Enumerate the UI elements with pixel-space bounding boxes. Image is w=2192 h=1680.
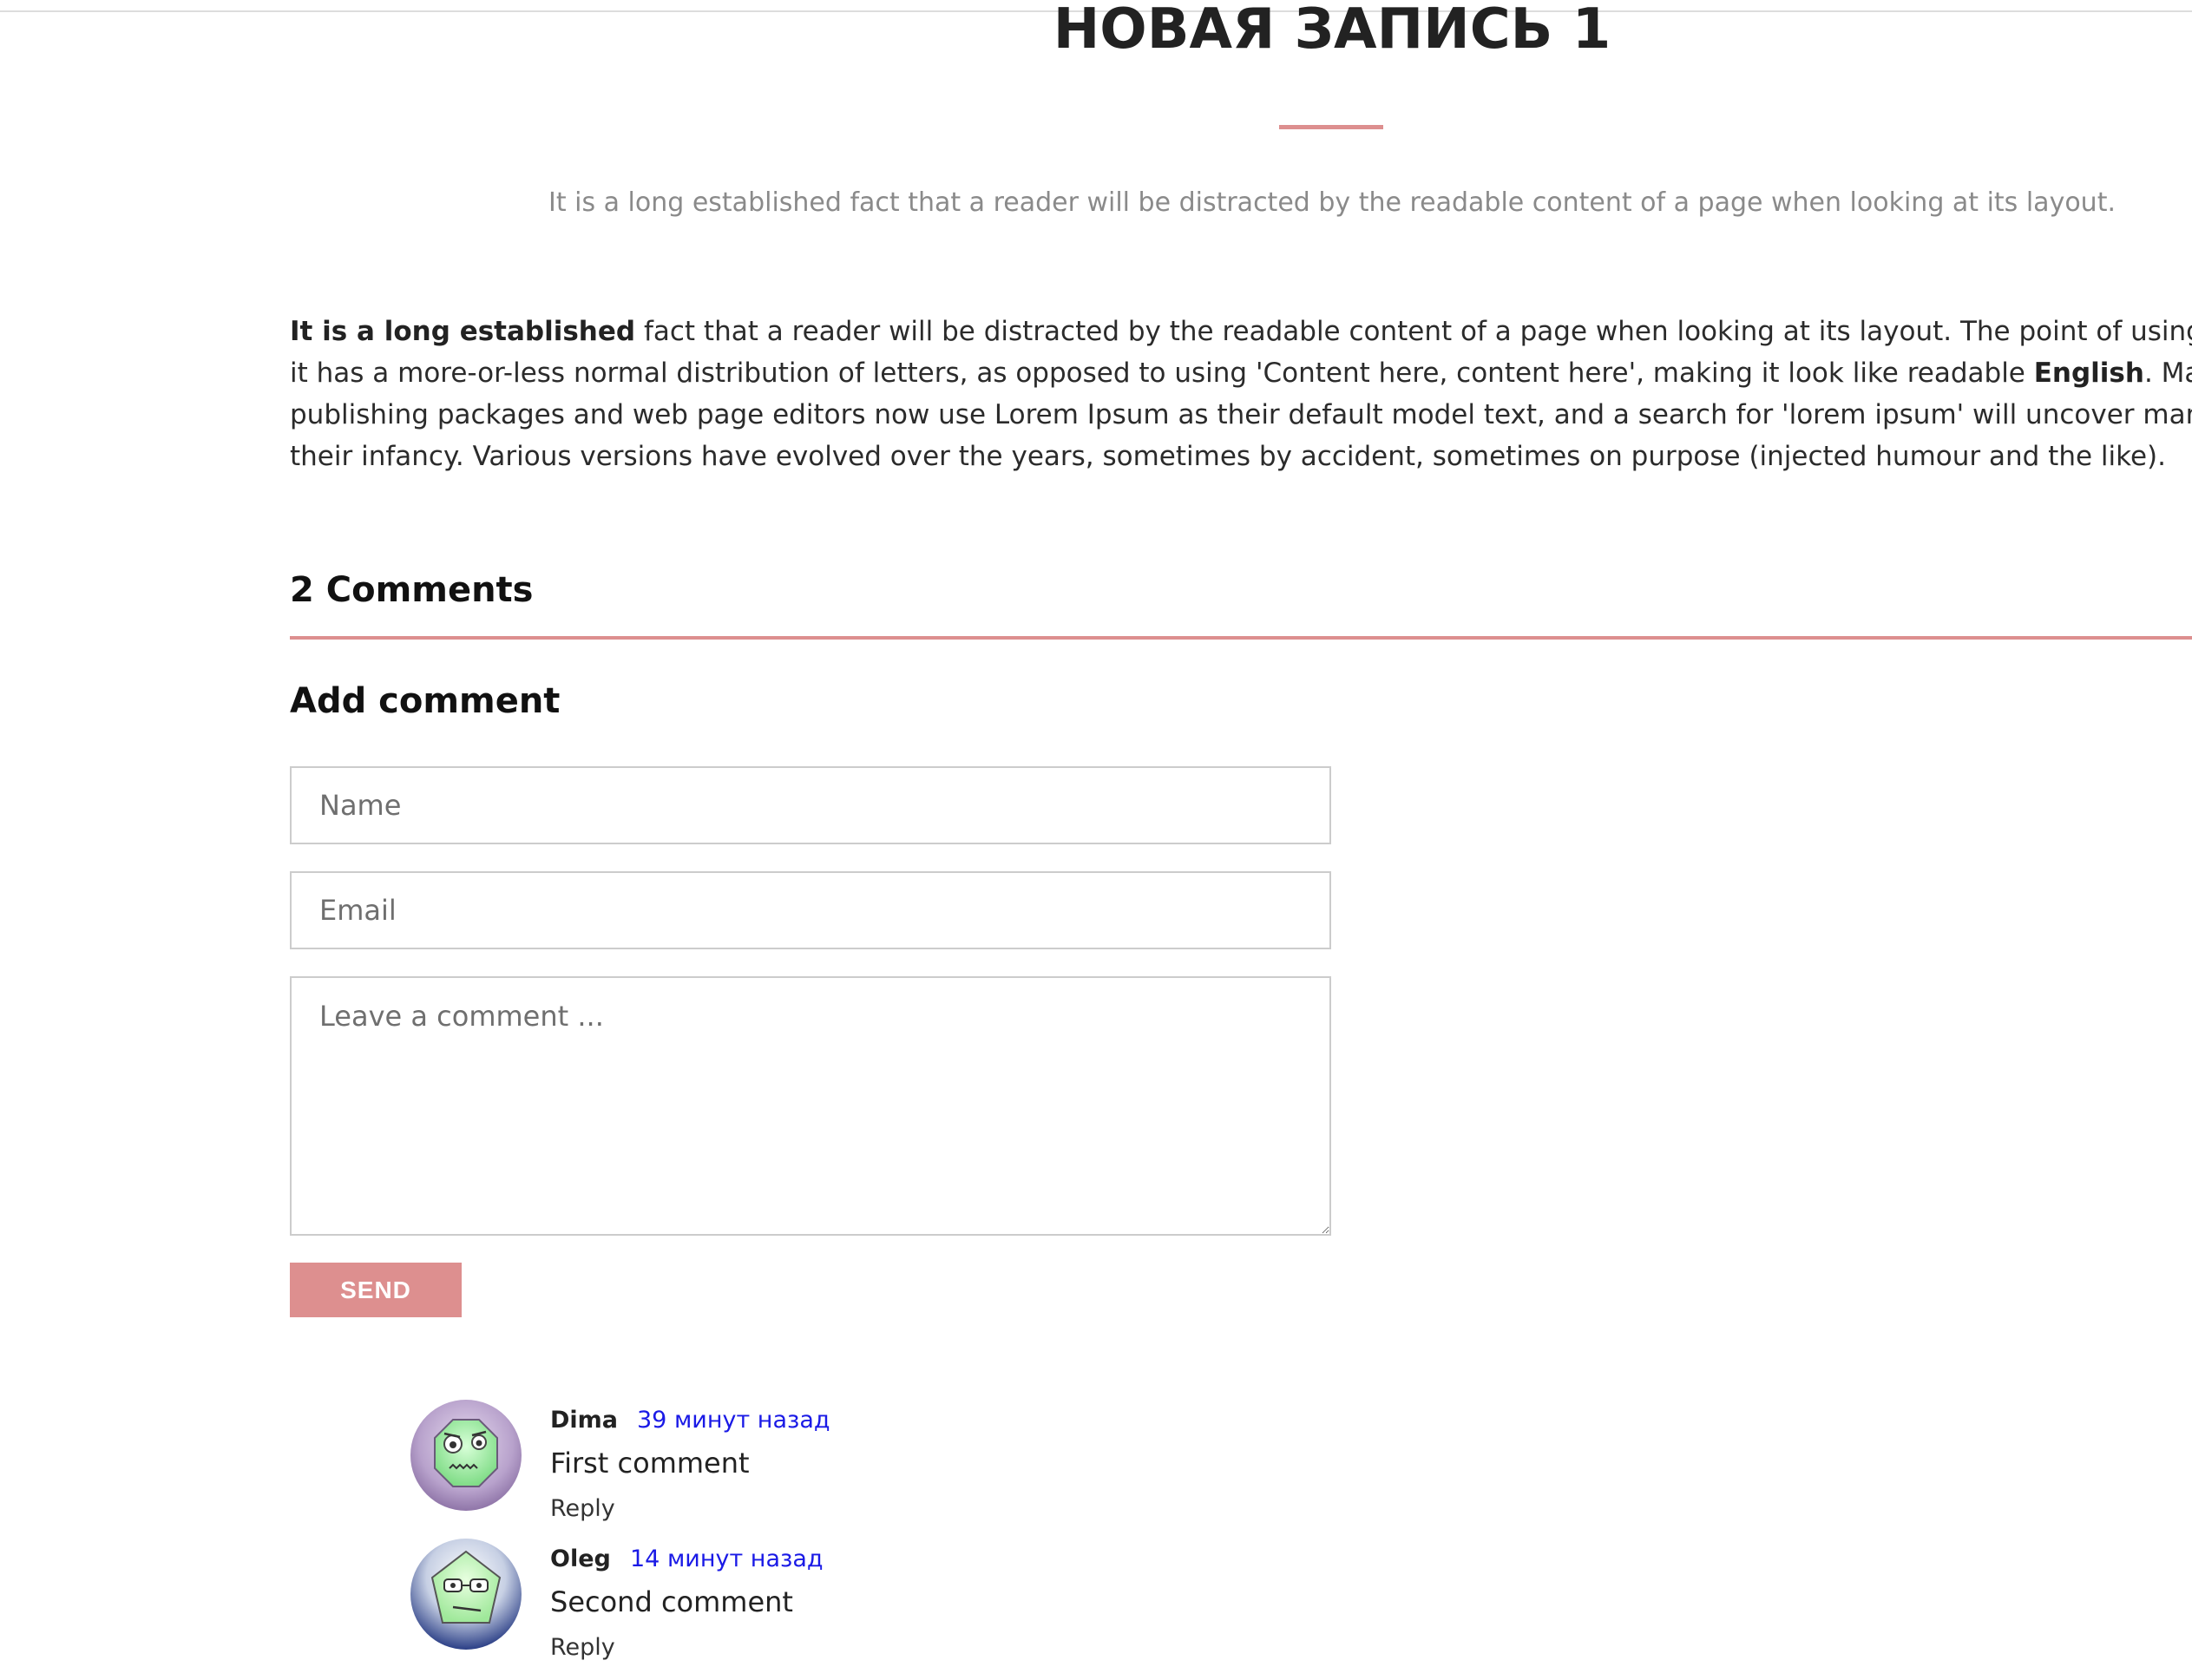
octagon-face-avatar-icon — [410, 1399, 522, 1512]
comment-textarea[interactable] — [290, 976, 1331, 1236]
post-subtitle: It is a long established fact that a rea… — [548, 187, 2116, 218]
post-body-line-2: it has a more-or-less normal distributio… — [290, 352, 2192, 394]
pentagon-face-avatar-icon — [410, 1538, 522, 1650]
comment-text: Second comment — [550, 1585, 793, 1618]
add-comment-heading: Add comment — [290, 681, 561, 721]
post-body-line-4: their infancy. Various versions have evo… — [290, 441, 2166, 472]
post-body-line-1: It is a long established fact that a rea… — [290, 311, 2192, 352]
post-title: НОВАЯ ЗАПИСЬ 1 — [1053, 0, 1611, 62]
send-button[interactable]: SEND — [290, 1263, 462, 1317]
comments-count-heading: 2 Comments — [290, 570, 534, 610]
comment-author: Oleg — [550, 1545, 611, 1572]
comment-item: Dima 39 минут назад First comment Reply — [410, 1399, 1624, 1529]
email-input[interactable] — [290, 871, 1331, 949]
comment-time-link[interactable]: 39 минут назад — [637, 1404, 830, 1437]
post-body: It is a long established fact that a rea… — [290, 311, 2192, 484]
comment-time-link[interactable]: 14 минут назад — [630, 1543, 824, 1576]
comment-text: First comment — [550, 1447, 750, 1480]
post-body-line-1-text: fact that a reader will be distracted by… — [635, 316, 2192, 347]
post-body-line-3: publishing packages and web page editors… — [290, 399, 2192, 430]
comment-item: Oleg 14 минут назад Second comment Reply — [410, 1538, 1624, 1668]
post-body-bold-intro: It is a long established — [290, 316, 636, 347]
post-body-bold-english: English — [2033, 358, 2144, 389]
reply-link[interactable]: Reply — [550, 1493, 615, 1526]
comment-author: Dima — [550, 1407, 619, 1434]
post-body-line-2-end: . Many des — [2143, 358, 2192, 389]
reply-link[interactable]: Reply — [550, 1631, 615, 1664]
title-underline — [1279, 125, 1383, 129]
post-body-line-2-text: it has a more-or-less normal distributio… — [290, 358, 2034, 389]
comments-divider — [290, 636, 2192, 640]
name-input[interactable] — [290, 766, 1331, 844]
